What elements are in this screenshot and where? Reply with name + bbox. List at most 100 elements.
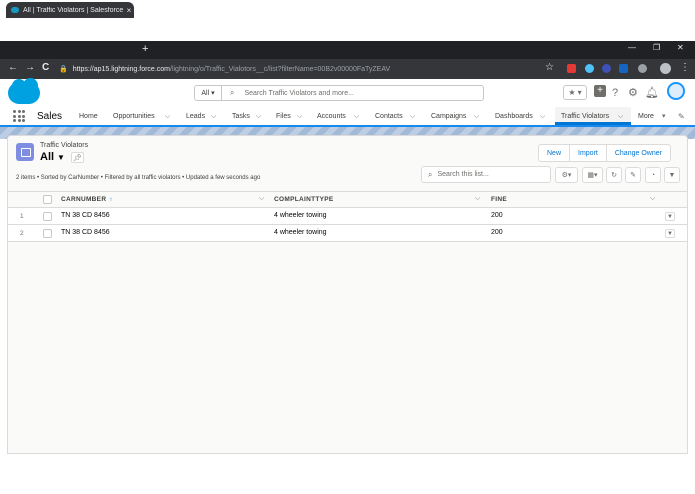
list-view-name[interactable]: All [40,151,54,164]
list-search-placeholder: Search this list... [437,171,489,178]
column-header-complainttype[interactable]: COMPLAINTTYPE [274,196,334,203]
new-button[interactable]: New [539,145,569,161]
star-icon: ★ [568,88,576,97]
chevron-down-icon[interactable]: ⌵ [256,111,261,122]
chevron-down-icon[interactable]: ⌵ [165,111,170,122]
nav-item-more[interactable]: More [638,111,654,122]
refresh-icon[interactable]: ↻ [606,167,622,183]
notifications-bell-icon[interactable]: 🔔︎ [645,86,659,100]
chevron-down-icon[interactable]: ⌵ [297,111,302,122]
search-scope-label: All [201,89,210,97]
nav-item-dashboards[interactable]: Dashboards [495,111,533,122]
column-header-fine[interactable]: FINE [491,196,507,203]
favorites-button[interactable]: ★ ▾ [563,85,587,100]
browser-tab-title: All | Traffic Violators | Salesforce [23,6,124,14]
row-checkbox[interactable] [43,212,52,221]
url-path: /lightning/o/Traffic_Vialotors__c/list?f… [170,65,391,73]
list-summary: 2 items • Sorted by CarNumber • Filtered… [16,175,261,181]
extension-icon[interactable] [567,64,576,73]
nav-item-traffic-violators[interactable]: Traffic Violators [561,111,609,122]
maximize-icon[interactable]: ❐ [653,43,660,53]
filter-icon[interactable]: ▼ [664,167,680,183]
extension-icon[interactable] [585,64,594,73]
change-owner-button[interactable]: Change Owner [605,145,670,161]
carnumber-cell[interactable]: TN 38 CD 8456 [61,212,110,219]
bookmark-star-icon[interactable]: ☆ [545,62,554,73]
list-view-switcher-icon[interactable]: ▼ [57,153,65,162]
chevron-down-icon[interactable]: ⌵ [354,111,359,122]
address-bar[interactable]: 🔒 https://ap15.lightning.force.com /ligh… [59,62,559,76]
row-actions-dropdown-icon[interactable]: ▼ [665,212,675,221]
column-header-carnumber[interactable]: CARNUMBER ↑ [61,196,113,203]
row-actions-dropdown-icon[interactable]: ▼ [665,229,675,238]
nav-item-contacts[interactable]: Contacts [375,111,403,122]
nav-item-opportunities[interactable]: Opportunities [113,111,155,122]
charts-icon[interactable]: ◔ [645,167,661,183]
list-controls-gear-icon[interactable]: ⚙▾ [555,167,578,183]
row-number: 1 [20,213,24,220]
select-all-checkbox[interactable] [43,195,52,204]
search-icon: ⌕ [230,88,235,97]
app-launcher-icon[interactable] [13,110,25,122]
extension-icon[interactable] [619,64,628,73]
global-search-placeholder: Search Traffic Violators and more... [244,89,354,97]
edit-pencil-icon[interactable]: ✎ [625,167,641,183]
chevron-down-icon[interactable]: ⌵ [474,111,479,122]
help-icon[interactable]: ? [612,86,618,100]
salesforce-logo[interactable] [8,78,40,104]
chevron-down-icon[interactable]: ⌵ [618,111,623,122]
complainttype-cell: 4 wheeler towing [274,212,327,219]
nav-item-accounts[interactable]: Accounts [317,111,346,122]
nav-item-campaigns[interactable]: Campaigns [431,111,466,122]
chevron-down-icon[interactable]: ⌵ [650,195,655,203]
nav-item-leads[interactable]: Leads [186,111,205,122]
chevron-down-icon[interactable]: ⌵ [259,195,264,203]
extension-icon[interactable] [602,64,611,73]
chevron-down-icon[interactable]: ⌵ [475,195,480,203]
global-search-input[interactable]: ⌕ Search Traffic Violators and more... [222,85,484,101]
chevron-down-icon[interactable]: ⌵ [540,111,545,122]
list-action-buttons: New Import Change Owner [538,144,671,162]
minimize-icon[interactable]: — [628,43,636,53]
display-as-table-icon[interactable]: ▦▾ [582,167,603,183]
row-number: 2 [20,230,24,237]
profile-icon[interactable] [660,63,671,74]
complainttype-cell: 4 wheeler towing [274,229,327,236]
forward-icon[interactable]: → [25,62,35,74]
search-scope-dropdown[interactable]: All ▾ [194,85,222,101]
nav-item-home[interactable]: Home [79,111,98,122]
pin-icon[interactable]: 📌︎ [71,152,84,163]
tab-close-icon[interactable]: × [124,6,134,15]
salesforce-favicon-icon [11,7,19,13]
browser-tab[interactable]: All | Traffic Violators | Salesforce × [6,2,134,18]
browser-menu-icon[interactable]: ⋮ [680,62,690,73]
app-name: Sales [37,111,63,122]
fine-cell: 200 [491,229,503,236]
chevron-down-icon: ▾ [211,90,215,97]
row-checkbox[interactable] [43,229,52,238]
nav-item-files[interactable]: Files [276,111,291,122]
chevron-down-icon[interactable]: ⌵ [410,111,415,122]
search-icon: ⌕ [428,169,433,179]
setup-gear-icon[interactable]: ⚙ [628,86,638,100]
chevron-down-icon[interactable]: ⌵ [211,111,216,122]
chevron-down-icon[interactable]: ▾ [662,111,666,122]
new-tab-button[interactable]: + [142,43,148,55]
list-search-input[interactable]: ⌕ Search this list... [421,166,551,183]
bottom-margin [0,454,695,494]
user-avatar[interactable] [667,82,685,100]
traffic-violators-object-icon [16,143,34,161]
carnumber-cell[interactable]: TN 38 CD 8456 [61,229,110,236]
lock-icon: 🔒 [59,66,68,73]
extension-icon[interactable] [638,64,647,73]
reload-icon[interactable]: C [42,62,49,74]
nav-item-tasks[interactable]: Tasks [232,111,250,122]
fine-cell: 200 [491,212,503,219]
close-window-icon[interactable]: ✕ [677,43,684,53]
add-icon[interactable]: + [594,85,606,97]
browser-tab-strip [0,41,695,59]
object-name: Traffic Violators [40,142,89,149]
import-button[interactable]: Import [569,145,606,161]
edit-nav-pencil-icon[interactable]: ✎ [678,111,685,122]
back-icon[interactable]: ← [8,62,18,74]
